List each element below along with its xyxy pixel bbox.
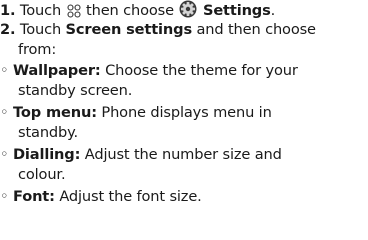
bullet: ◦ — [0, 146, 9, 163]
step-2-continuation: from: — [18, 40, 56, 60]
option-description: Adjust the font size. — [59, 188, 202, 205]
bullet: ◦ — [0, 188, 9, 205]
option-dialling-continuation: colour. — [18, 165, 66, 185]
option-term: Dialling: — [12, 146, 81, 163]
option-description: Adjust the number size and — [84, 146, 282, 163]
step-number: 2. — [0, 21, 16, 38]
screen-settings-label: Screen settings — [65, 21, 193, 38]
step-text: . — [270, 2, 276, 19]
step-text: Touch — [19, 21, 62, 38]
option-top-menu: ◦ Top menu: Phone displays menu in — [0, 103, 272, 123]
instruction-document: 1. Touch then choose Settings. 2. Touch … — [0, 0, 368, 240]
option-font: ◦ Font: Adjust the font size. — [0, 187, 202, 207]
bullet: ◦ — [0, 104, 9, 121]
step-text: then choose — [86, 2, 174, 19]
option-description: Choose the theme for your — [105, 62, 298, 79]
option-description: standby screen. — [18, 82, 133, 99]
option-description: Phone displays menu in — [101, 104, 272, 121]
option-description: colour. — [18, 166, 66, 183]
step-number: 1. — [0, 2, 16, 19]
step-text: from: — [18, 41, 57, 58]
option-dialling: ◦ Dialling: Adjust the number size and — [0, 145, 282, 165]
bullet: ◦ — [0, 62, 9, 79]
option-description: standby. — [18, 124, 79, 141]
option-wallpaper-continuation: standby screen. — [18, 81, 132, 101]
option-term: Font: — [12, 188, 55, 205]
option-term: Wallpaper: — [12, 62, 101, 79]
settings-label: Settings — [202, 2, 271, 19]
option-wallpaper: ◦ Wallpaper: Choose the theme for your — [0, 61, 298, 81]
step-text: and then choose — [196, 21, 316, 38]
step-text: Touch — [19, 2, 62, 19]
option-term: Top menu: — [12, 104, 97, 121]
option-top-menu-continuation: standby. — [18, 123, 78, 143]
step-2: 2. Touch Screen settings and then choose — [0, 20, 316, 40]
